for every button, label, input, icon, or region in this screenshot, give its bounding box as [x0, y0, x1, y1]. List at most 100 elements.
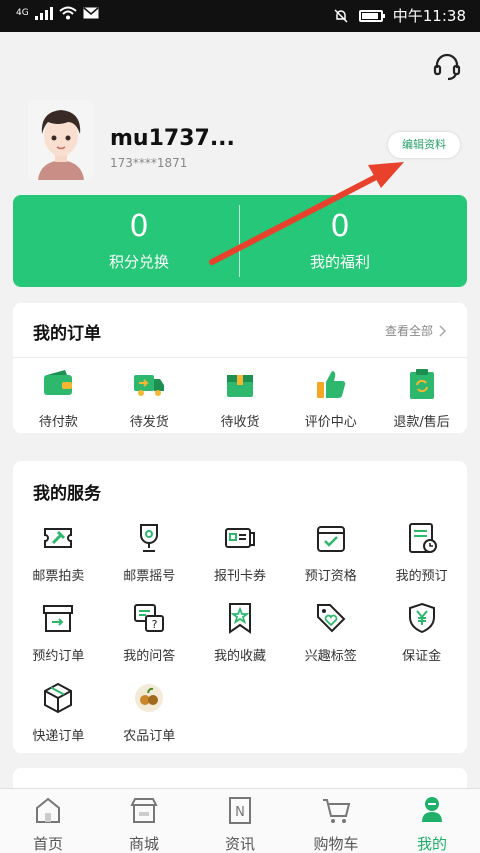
bookmark-star-icon	[228, 603, 251, 634]
status-bar: 4G 中午11:38	[0, 0, 480, 32]
services-card: 我的服务 邮票拍卖 邮票摇号 报刊卡券 预订资格 我的预订 预约订单 ? 我的问…	[13, 461, 467, 753]
signal-icon	[34, 6, 53, 20]
phone-number: 173****1871	[110, 156, 188, 170]
service-label: 邮票拍卖	[32, 569, 85, 584]
service-stamp-auction[interactable]: 邮票拍卖	[13, 521, 104, 584]
service-label: 兴趣标签	[304, 649, 357, 664]
points-label: 积分兑换	[108, 253, 169, 271]
benefits-value: 0	[330, 209, 350, 244]
network-type: 4G	[16, 8, 29, 18]
document-clock-icon	[408, 523, 437, 553]
orders-title: 我的订单	[33, 324, 101, 344]
refund-clipboard-icon	[409, 369, 434, 399]
wallet-icon	[44, 370, 73, 395]
service-my-favorites[interactable]: 我的收藏	[195, 601, 286, 664]
services-title: 我的服务	[33, 484, 101, 504]
service-label: 我的问答	[123, 649, 176, 664]
service-stamp-lottery[interactable]: 邮票摇号	[104, 521, 195, 584]
store-icon	[130, 798, 158, 823]
edit-profile-button[interactable]: 编辑资料	[388, 132, 460, 158]
service-interest-tags[interactable]: 兴趣标签	[285, 601, 376, 664]
user-icon	[422, 797, 442, 822]
services-row-1: 邮票拍卖 邮票摇号 报刊卡券 预订资格 我的预订	[13, 521, 467, 584]
wifi-icon	[59, 6, 77, 20]
card-icon	[224, 528, 255, 548]
service-booking-eligibility[interactable]: 预订资格	[285, 521, 376, 584]
mute-bell-icon	[334, 8, 348, 23]
stats-card: 0 积分兑换 0 我的福利	[13, 195, 467, 287]
service-label: 预约订单	[32, 649, 85, 664]
divider	[13, 357, 467, 358]
order-review-center[interactable]: 评价中心	[285, 367, 376, 430]
tab-cart[interactable]: 购物车	[288, 789, 384, 853]
service-label: 我的收藏	[213, 649, 266, 664]
order-refund-after-sales[interactable]: 退款/售后	[376, 367, 467, 430]
truck-icon	[134, 375, 165, 396]
services-row-3: 快递订单 农品订单	[13, 681, 467, 744]
service-label: 预订资格	[304, 569, 357, 584]
farm-produce-icon	[135, 684, 164, 712]
service-reservation-orders[interactable]: 预约订单	[13, 601, 104, 664]
orders-row: 待付款 待发货 待收货 评价中心 退款/售后	[13, 367, 467, 430]
thumbs-up-icon	[316, 371, 346, 398]
box-icon	[226, 375, 253, 397]
service-label: 农品订单	[123, 729, 176, 744]
battery-icon	[358, 9, 385, 22]
tab-mall[interactable]: 商城	[96, 789, 192, 853]
username: mu1737...	[110, 126, 235, 151]
order-pending-payment[interactable]: 待付款	[13, 367, 104, 430]
order-label: 评价中心	[304, 415, 357, 430]
profile-section: mu1737... 173****1871 编辑资料	[28, 100, 468, 180]
service-newspaper-voucher[interactable]: 报刊卡券	[195, 521, 286, 584]
tab-label: 我的	[416, 835, 447, 853]
order-pending-receipt[interactable]: 待收货	[195, 367, 286, 430]
service-label: 邮票摇号	[123, 569, 176, 584]
tab-news[interactable]: N 资讯	[192, 789, 288, 853]
svg-text:N: N	[235, 805, 245, 820]
service-my-bookings[interactable]: 我的预订	[376, 521, 467, 584]
qa-icon: ?	[134, 604, 165, 632]
home-icon	[36, 797, 60, 823]
order-label: 待付款	[38, 415, 78, 430]
tab-label: 首页	[32, 835, 63, 853]
service-label: 我的预订	[395, 569, 448, 584]
view-all-label: 查看全部	[384, 324, 433, 338]
archive-icon	[43, 605, 74, 632]
package-icon	[44, 682, 73, 714]
tab-label: 购物车	[313, 835, 359, 853]
service-label: 快递订单	[32, 729, 85, 744]
service-farm-orders[interactable]: 农品订单	[104, 681, 195, 744]
view-all-orders-link[interactable]: 查看全部	[385, 322, 447, 339]
service-my-qa[interactable]: ? 我的问答	[104, 601, 195, 664]
calendar-check-icon	[316, 526, 345, 552]
bottom-tab-bar: 首页 商城 N 资讯 购物车 我的	[0, 788, 480, 853]
cart-icon	[323, 799, 351, 823]
benefits-label: 我的福利	[309, 253, 370, 271]
services-row-2: 预约订单 ? 我的问答 我的收藏 兴趣标签 保证金	[13, 601, 467, 664]
avatar[interactable]	[28, 100, 94, 180]
news-icon: N	[229, 797, 251, 824]
tab-home[interactable]: 首页	[0, 789, 96, 853]
points-value: 0	[129, 209, 149, 244]
tab-label: 资讯	[224, 835, 255, 853]
points-exchange[interactable]: 0 积分兑换	[39, 209, 239, 272]
order-label: 退款/售后	[393, 415, 450, 430]
shield-yen-icon	[408, 602, 435, 634]
tab-mine[interactable]: 我的	[384, 789, 480, 853]
service-label: 报刊卡券	[213, 569, 266, 584]
service-express-orders[interactable]: 快递订单	[13, 681, 104, 744]
order-pending-shipment[interactable]: 待发货	[104, 367, 195, 430]
mail-icon	[83, 7, 99, 19]
service-deposit[interactable]: 保证金	[376, 601, 467, 664]
chevron-right-icon	[439, 324, 447, 337]
auction-icon	[44, 528, 73, 548]
headset-icon[interactable]	[432, 52, 462, 82]
tab-label: 商城	[128, 835, 159, 853]
clock: 中午11:38	[392, 7, 466, 25]
trophy-icon	[140, 524, 159, 552]
order-label: 待收货	[220, 415, 260, 430]
my-benefits[interactable]: 0 我的福利	[240, 209, 440, 272]
service-label: 保证金	[402, 649, 442, 664]
order-label: 待发货	[129, 415, 169, 430]
orders-card: 我的订单 查看全部 待付款 待发货 待收货 评价中心 退款/售后	[13, 303, 467, 433]
